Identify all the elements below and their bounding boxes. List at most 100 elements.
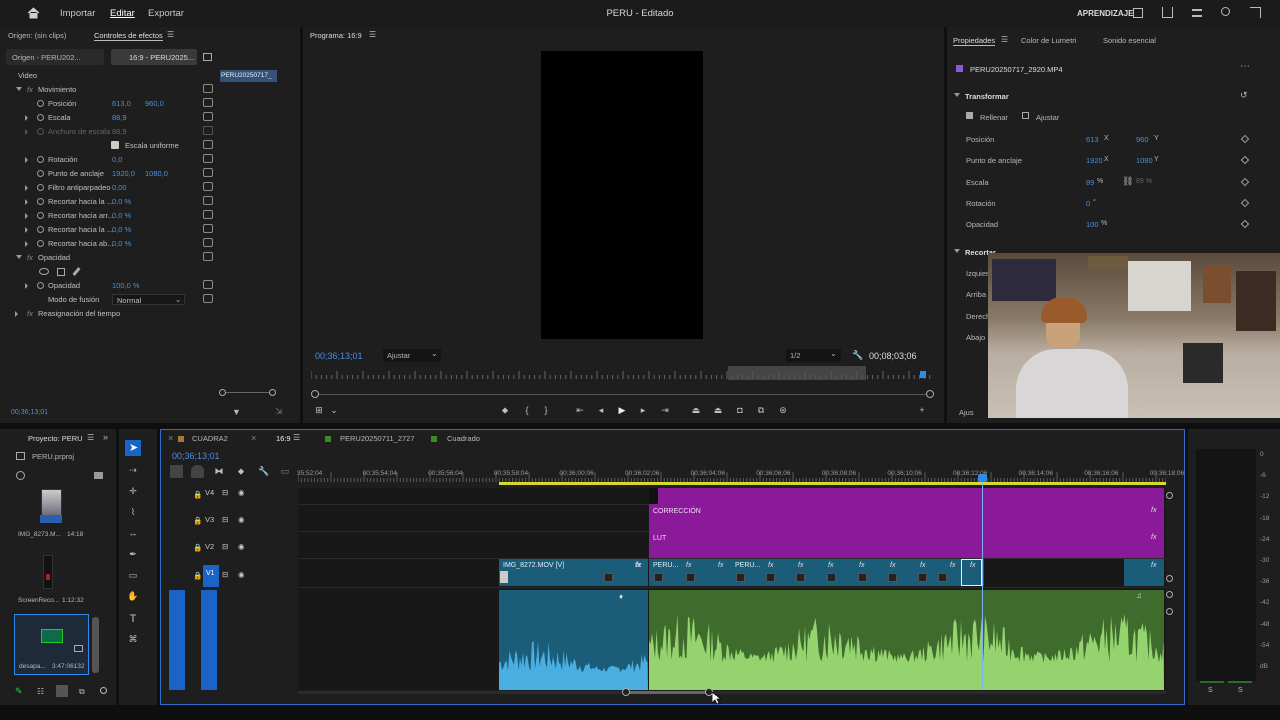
hand-tool-icon[interactable]: ✋ [126,591,140,602]
tab-origen[interactable]: Origen: (sin clips) [8,31,66,40]
new-bin-icon[interactable] [94,472,103,479]
selection-tool-icon[interactable]: ➤ [125,440,141,456]
opacity-section-row[interactable]: fx Opacidad [0,251,220,265]
go-to-out-icon[interactable]: ⇥ [659,405,671,416]
crop-bottom-row[interactable]: Recortar hacia ab... 0,0 % [0,237,220,251]
uniform-scale-row[interactable]: Escala uniforme [0,139,220,153]
mark-in-icon[interactable]: { [522,405,532,415]
play-icon[interactable]: ▶ [616,405,628,416]
mask-tools-row[interactable] [0,265,220,279]
rotation-value[interactable]: 0 [1086,199,1090,208]
playhead-handle[interactable] [978,474,987,482]
more-settings-label[interactable]: Ajus [959,408,974,417]
scale-row[interactable]: Escala 88,9 [0,111,220,125]
fit-select[interactable]: Ajustar ⌄ [383,349,441,362]
search-icon[interactable] [1221,7,1230,16]
v3-clip-correccion[interactable]: CORRECCIÓN fx [649,504,1164,531]
position-x[interactable]: 613 [1086,135,1099,144]
fit-icon[interactable] [1022,112,1029,119]
tab-16-9[interactable]: 16:9 [276,434,291,443]
more-options-icon[interactable]: ⋯ [1240,61,1250,72]
vscroll-handle[interactable] [1166,492,1173,499]
chevron-down-icon[interactable]: ⌄ [329,405,339,416]
sync-lock-icon[interactable]: ⊟ [222,515,228,524]
link-icon[interactable]: ⛓ [1122,176,1133,187]
step-back-icon[interactable]: ◂ [595,405,607,416]
marker-icon[interactable]: ⬥ [499,405,511,416]
clip-transition[interactable] [938,573,947,582]
anchor-keyframe-icon[interactable] [1240,155,1250,165]
clip-transition[interactable] [686,573,695,582]
clip-transition[interactable] [858,573,867,582]
zoom-handle-right[interactable] [269,389,276,396]
extract-icon[interactable]: ⏏ [711,405,725,416]
lift-icon[interactable]: ⏏ [689,405,703,416]
tab-properties[interactable]: Propiedades [953,36,996,46]
eye-icon[interactable]: ◉ [238,488,245,497]
lock-icon[interactable]: 🔒 [193,516,202,525]
mini-timeline-clip[interactable]: PERU20250717_ [220,70,277,82]
zoom-right-handle[interactable] [926,390,934,398]
crop-toggle-icon[interactable] [954,249,960,253]
zoom-slider-icon[interactable] [100,687,107,694]
keyframe-icon[interactable]: ♦ [619,592,623,601]
tab-peru[interactable]: PERU20250711_2727 [340,434,415,443]
program-title[interactable]: Programa: 16:9 [310,31,362,40]
settings-wrench-icon[interactable]: 🔧 [852,350,863,361]
scale-value[interactable]: 89 [1086,178,1094,187]
properties-menu-icon[interactable]: ☰ [1001,35,1008,44]
track-select-tool-icon[interactable]: ⇢ [126,465,140,476]
scale-keyframe-icon[interactable] [1240,177,1250,187]
project-menu-icon[interactable]: ☰ [87,433,94,442]
anchor-row[interactable]: Punto de anclaje 1920,0 1080,0 [0,167,220,181]
share-icon[interactable] [1162,7,1173,18]
fill-icon[interactable] [966,112,973,119]
sync-lock-icon[interactable]: ⊟ [222,570,228,579]
ripple-edit-tool-icon[interactable]: ✛ [126,486,140,497]
clip-transition[interactable] [796,573,805,582]
mark-out-icon[interactable]: } [541,405,551,415]
program-playhead[interactable] [920,371,926,378]
v1-clip-sequence[interactable]: PERU... PERU... [649,559,984,586]
panel-icon[interactable] [1133,8,1143,18]
workspace-label[interactable]: APRENDIZAJE [1077,9,1133,18]
v1-clip-end[interactable]: fx [1124,559,1164,586]
vr-icon[interactable]: ⊛ [776,405,790,416]
transform-reset-icon[interactable]: ↺ [1240,90,1248,101]
zoom-handle-left[interactable] [219,389,226,396]
audio-item-card[interactable]: desapa... 3:47:06132 [14,614,89,675]
clip-transition[interactable] [827,573,836,582]
zoom-left-handle[interactable] [311,390,319,398]
panel-menu-icon[interactable]: ☰ [167,30,174,39]
effect-timecode[interactable]: 00;36;13;01 [11,409,48,416]
motion-row[interactable]: fx Movimiento [0,83,220,97]
vscroll-handle[interactable] [1166,575,1173,582]
blend-mode-row[interactable]: Modo de fusión Normal ⌄ [0,293,220,307]
sync-lock-icon[interactable]: ⊟ [222,542,228,551]
crop-left-row[interactable]: Recortar hacia la ... 0,0 % [0,195,220,209]
timeline-menu-icon[interactable]: ☰ [293,433,300,442]
snap-icon[interactable] [191,465,204,478]
timeline-settings-icon[interactable]: 🔧 [258,466,269,477]
fit-button[interactable]: Ajustar [1036,113,1059,122]
settings-grid-icon[interactable]: ⊞ [313,405,325,416]
captions-icon[interactable]: ▭ [279,466,291,477]
fullscreen-icon[interactable] [1250,7,1261,18]
add-button-icon[interactable]: + [916,405,928,415]
filter-icon[interactable]: ▼ [232,407,241,417]
rotation-row[interactable]: Rotación 0,0 [0,153,220,167]
timeline-hscroll-thumb[interactable] [626,691,709,694]
eye-icon[interactable]: ◉ [238,542,245,551]
icon-view-icon[interactable] [56,685,68,697]
tab-cuadra2[interactable]: CUADRA2 [192,434,228,443]
crop-right-row[interactable]: Recortar hacia la ... 0,0 % [0,223,220,237]
opacity-value[interactable]: 100 [1086,220,1099,229]
close-tab-icon[interactable]: × [168,433,173,443]
sync-lock-icon[interactable]: ⊟ [222,488,228,497]
program-timecode[interactable]: 00;36;13;01 [315,351,363,361]
crop-top-row[interactable]: Recortar hacia arr... 0,0 % [0,209,220,223]
solo-right-button[interactable]: S [1238,687,1243,694]
fill-button[interactable]: Rellenar [980,113,1008,122]
position-keyframe-icon[interactable] [1240,134,1250,144]
lock-icon[interactable]: 🔒 [193,571,202,580]
